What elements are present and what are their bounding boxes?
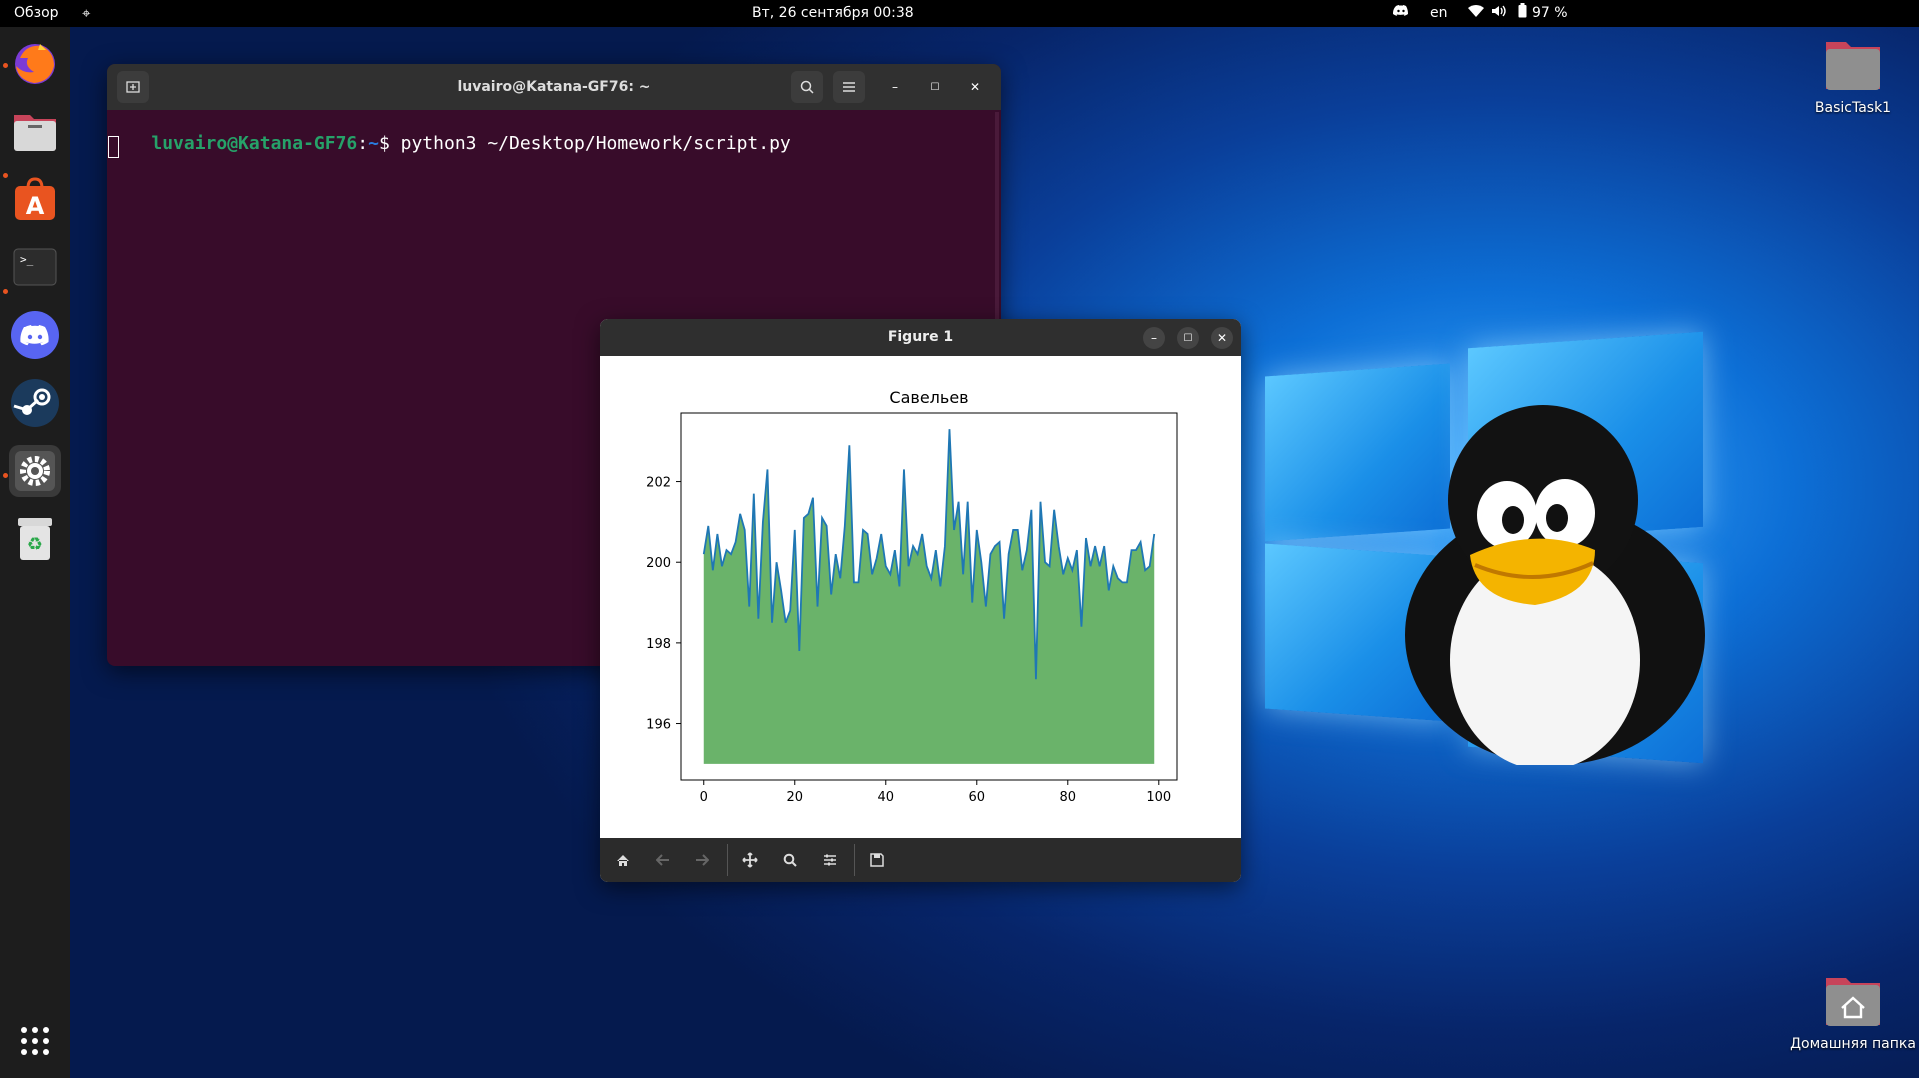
svg-text:>_: >_ [20,253,34,266]
configure-subplots-button[interactable] [812,838,848,882]
figure-window[interactable]: Figure 1 – ☐ ✕ Савельев 0 20 40 60 80 100 196 19… [600,319,1241,882]
terminal-command: python3 ~/Desktop/Homework/script.py [389,133,791,154]
maximize-button[interactable]: ☐ [924,76,946,98]
back-arrow-icon [656,854,669,866]
discord-icon[interactable] [9,309,61,361]
terminal-title: luvairo@Katana-GF76: ~ [457,79,651,95]
chart-title: Савельев [889,388,968,407]
language-indicator[interactable]: en [1430,0,1448,27]
running-indicator [3,289,8,294]
y-tick-label: 202 [646,476,671,491]
pan-icon [742,852,758,868]
save-button[interactable] [859,838,895,882]
svg-text:A: A [26,192,45,220]
terminal-output[interactable]: luvairo@Katana-GF76:~$ python3 ~/Desktop… [108,112,791,175]
x-tick-label: 80 [1060,790,1077,805]
top-bar: Обзор ⌖ Вт, 26 сентября 00:38 en 97 % [0,0,1919,27]
desktop-icon-label[interactable]: Домашняя папка [1780,1036,1919,1052]
y-tick-label: 198 [646,637,671,652]
y-tick-label: 196 [646,718,671,733]
sliders-icon [824,854,836,866]
pan-button[interactable] [732,838,768,882]
clock[interactable]: Вт, 26 сентября 00:38 [752,0,914,27]
firefox-icon[interactable] [9,37,61,89]
x-tick-label: 0 [700,790,708,805]
desktop-icon-label[interactable]: BasicTask1 [1795,100,1911,116]
minimize-button[interactable]: – [884,76,906,98]
forward-arrow-icon [696,854,709,866]
search-icon [800,80,814,94]
x-tick-label: 60 [969,790,986,805]
toolbar-separator [854,844,855,876]
activities-button[interactable]: Обзор [14,0,59,27]
tux-penguin-image [1405,405,1705,765]
maximize-icon: ☐ [1183,332,1193,344]
maximize-button[interactable]: ☐ [1177,327,1199,349]
minimize-icon: – [1151,331,1157,345]
terminal-cursor [108,136,119,158]
close-icon: ✕ [969,80,981,94]
chart-canvas[interactable]: Савельев 0 20 40 60 80 100 196 198 200 202 [600,356,1241,838]
x-tick-label: 20 [786,790,803,805]
home-icon [617,854,629,866]
svg-text:♻: ♻ [27,534,43,555]
steam-icon[interactable] [9,377,61,429]
prompt-separator: : [357,133,369,154]
menu-button[interactable] [833,71,865,103]
files-icon[interactable] [9,105,61,157]
zoom-button[interactable] [772,838,808,882]
terminal-titlebar[interactable]: luvairo@Katana-GF76: ~ – ☐ ✕ [107,64,1001,110]
prompt-user: luvairo@Katana-GF76 [151,133,358,154]
wifi-icon[interactable] [1468,1,1484,28]
close-button[interactable]: ✕ [1211,327,1233,349]
folder-icon [1826,42,1880,90]
running-indicator [3,473,8,478]
figure-toolbar [600,838,1241,882]
desktop-folder-basictask1[interactable] [1824,36,1882,96]
prompt-symbol: $ [378,133,390,154]
prompt-path: ~ [368,133,379,154]
software-icon[interactable]: A [9,173,61,225]
settings-icon[interactable] [9,445,61,497]
toolbar-separator [727,844,728,876]
desktop-home-folder[interactable] [1824,972,1882,1032]
close-button[interactable]: ✕ [964,76,986,98]
running-indicator [3,173,8,178]
maximize-icon: ☐ [930,81,940,93]
minimize-button[interactable]: – [1143,327,1165,349]
dock: A >_ ♻ [0,27,70,1078]
forward-button[interactable] [684,838,720,882]
figure-titlebar[interactable]: Figure 1 – ☐ ✕ [600,319,1241,356]
screen-record-icon[interactable]: ⌖ [82,0,90,27]
terminal-icon[interactable]: >_ [9,241,61,293]
x-tick-label: 100 [1146,790,1171,805]
trash-icon[interactable]: ♻ [9,513,61,565]
battery-icon[interactable] [1518,1,1527,28]
running-indicator [3,63,8,68]
volume-icon[interactable] [1491,1,1507,28]
minimize-icon: – [892,80,898,94]
y-tick-label: 200 [646,556,671,571]
home-folder-icon [1826,978,1880,1026]
discord-tray-icon[interactable] [1393,1,1409,28]
back-button[interactable] [645,838,681,882]
close-icon: ✕ [1216,331,1228,345]
search-button[interactable] [791,71,823,103]
home-button[interactable] [605,838,641,882]
hamburger-menu-icon [843,82,855,92]
app-grid-icon[interactable] [9,1015,61,1067]
x-tick-label: 40 [877,790,894,805]
zoom-icon [783,853,797,867]
battery-percent: 97 % [1532,5,1568,21]
save-icon [870,853,884,867]
